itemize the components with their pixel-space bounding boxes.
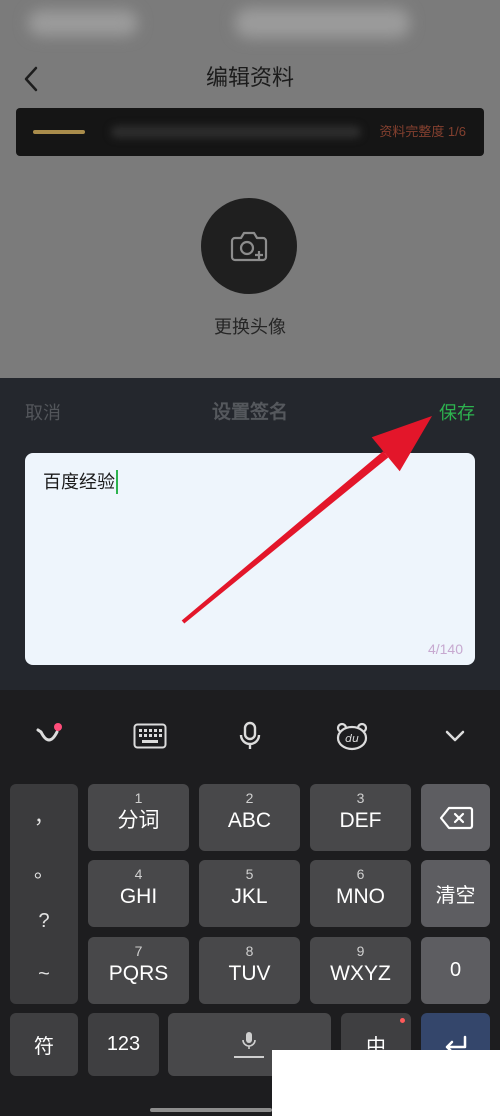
profile-completeness-banner[interactable]: 资料完整度 1/6 <box>16 108 484 156</box>
key-number: 6 <box>356 866 365 882</box>
notification-dot <box>400 1018 405 1023</box>
key-label: WXYZ <box>330 962 391 985</box>
page-title: 编辑资料 <box>205 65 294 90</box>
key-9[interactable]: 9 WXYZ <box>310 937 411 1004</box>
key-number: 7 <box>134 943 143 959</box>
key-number: 9 <box>356 943 365 959</box>
symbol-key-period[interactable]: 。 <box>10 859 78 883</box>
text-cursor <box>116 470 118 494</box>
signature-input-value: 百度经验 <box>43 472 115 492</box>
key-label: MNO <box>336 885 385 908</box>
delete-key[interactable] <box>421 784 490 851</box>
microphone-icon <box>242 1032 256 1049</box>
key-number: 5 <box>245 866 254 882</box>
numbers-key[interactable]: 123 <box>88 1013 159 1076</box>
backspace-icon <box>439 806 473 829</box>
symbol-key-comma[interactable]: ， <box>10 805 78 829</box>
key-label: DEF <box>339 809 382 832</box>
key-number: 8 <box>245 943 254 959</box>
signature-input-value-wrap: 百度经验 <box>43 469 118 495</box>
signature-textarea[interactable]: 百度经验 4/140 <box>25 453 475 665</box>
redaction-patch <box>272 1050 500 1116</box>
key-number: 1 <box>134 790 143 806</box>
microphone-icon[interactable] <box>238 721 262 751</box>
completeness-label: 资料完整度 1/6 <box>379 124 466 139</box>
key-2[interactable]: 2 ABC <box>199 784 300 851</box>
key-label: ABC <box>227 809 272 832</box>
completeness-progress-bar <box>33 130 85 134</box>
key-label: JKL <box>231 885 268 908</box>
key-label: GHI <box>119 885 158 908</box>
baidu-bear-icon[interactable]: du <box>335 721 369 751</box>
save-button[interactable]: 保存 <box>439 400 475 426</box>
bear-logo-text: du <box>345 732 359 745</box>
keyboard-icon[interactable] <box>133 723 167 749</box>
emoji-smile-icon[interactable] <box>34 721 64 751</box>
symbol-key-question[interactable]: ? <box>10 909 78 933</box>
clear-key[interactable]: 清空 <box>421 860 490 927</box>
sheet-title: 设置签名 <box>211 402 288 423</box>
zero-key[interactable]: 0 <box>421 937 490 1004</box>
key-number: 4 <box>134 866 143 882</box>
chevron-down-icon[interactable] <box>442 723 468 749</box>
key-label: TUV <box>228 962 271 985</box>
key-7[interactable]: 7 PQRS <box>88 937 189 1004</box>
home-indicator <box>150 1108 272 1112</box>
key-label: PQRS <box>108 962 169 985</box>
key-4[interactable]: 4 GHI <box>88 860 189 927</box>
change-avatar-label[interactable]: 更换头像 <box>0 314 500 340</box>
key-label: 分词 <box>117 809 160 832</box>
symbol-key-tilde[interactable]: ~ <box>10 962 78 986</box>
blurred-text <box>111 126 361 138</box>
camera-plus-icon <box>230 231 268 262</box>
status-bar <box>0 0 500 50</box>
signature-sheet: 取消 设置签名 保存 百度经验 4/140 <box>0 378 500 690</box>
key-8[interactable]: 8 TUV <box>199 937 300 1004</box>
char-counter: 4/140 <box>427 641 463 657</box>
key-3[interactable]: 3 DEF <box>310 784 411 851</box>
key-5[interactable]: 5 JKL <box>199 860 300 927</box>
key-6[interactable]: 6 MNO <box>310 860 411 927</box>
space-underline <box>234 1056 264 1058</box>
key-1[interactable]: 1 分词 <box>88 784 189 851</box>
key-number: 3 <box>356 790 365 806</box>
key-number: 2 <box>245 790 254 806</box>
symbol-column[interactable]: ， 。 ? ~ <box>10 784 78 1004</box>
avatar[interactable] <box>201 198 297 294</box>
symbols-key[interactable]: 符 <box>10 1013 78 1076</box>
